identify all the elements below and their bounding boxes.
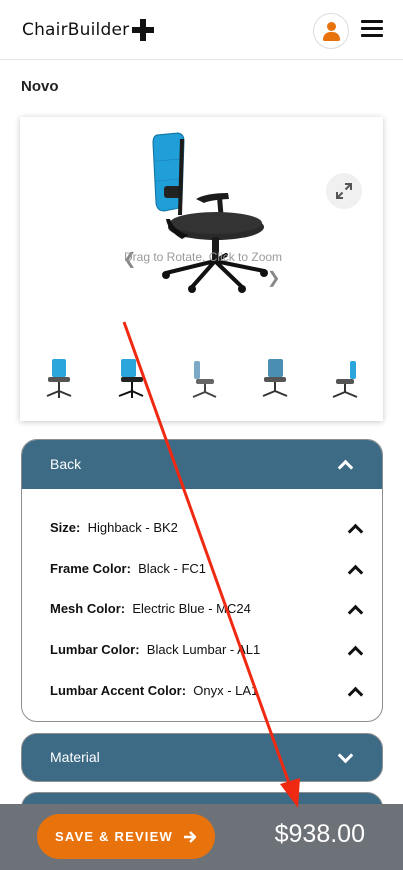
option-mesh-color[interactable]: Mesh Color: Electric Blue - MC24: [50, 601, 360, 616]
thumbnail-angle[interactable]: [113, 355, 147, 401]
option-frame-color[interactable]: Frame Color: Black - FC1: [50, 561, 360, 576]
hamburger-menu-icon[interactable]: [361, 20, 383, 38]
chevron-right-icon[interactable]: ❯: [267, 268, 280, 288]
chevron-up-icon: [348, 685, 362, 699]
material-section-header[interactable]: Material: [21, 733, 383, 782]
thumbnail-side-alt[interactable]: [330, 355, 364, 401]
chair-image[interactable]: [144, 131, 269, 296]
thumbnail-strip: [20, 355, 383, 405]
account-button[interactable]: [313, 13, 349, 49]
logo-text: ChairBuilder: [22, 20, 130, 40]
zoom-button[interactable]: [326, 173, 362, 209]
arrow-right-icon: [183, 830, 197, 843]
plus-icon: [132, 19, 155, 41]
chevron-up-icon: [348, 522, 362, 536]
material-section-label: Material: [50, 749, 100, 765]
footer-bar: SAVE & REVIEW $938.00: [0, 804, 403, 870]
viewer-hint: Drag to Rotate. Click to Zoom: [124, 250, 283, 264]
chevron-up-icon: [348, 603, 362, 617]
total-price: $938.00: [274, 820, 365, 848]
thumbnail-front[interactable]: [42, 355, 76, 401]
expand-icon: [336, 183, 352, 199]
top-bar: ChairBuilder: [0, 0, 403, 60]
chevron-up-icon: [348, 644, 362, 658]
thumbnail-side[interactable]: [186, 355, 220, 401]
user-icon: [327, 22, 336, 31]
option-size[interactable]: Size: Highback - BK2: [50, 520, 360, 535]
thumbnail-back[interactable]: [258, 355, 292, 401]
option-lumbar-accent-color[interactable]: Lumbar Accent Color: Onyx - LA1: [50, 683, 360, 698]
back-section-header[interactable]: Back: [22, 440, 382, 489]
back-section-label: Back: [50, 456, 82, 472]
save-review-button[interactable]: SAVE & REVIEW: [37, 814, 215, 859]
option-lumbar-color[interactable]: Lumbar Color: Black Lumbar - AL1: [50, 642, 360, 657]
chevron-down-icon: [338, 750, 352, 764]
logo[interactable]: ChairBuilder: [22, 19, 155, 41]
chevron-up-icon: [338, 458, 352, 472]
product-viewer[interactable]: ❮ Drag to Rotate. Click to Zoom ❯: [20, 117, 383, 421]
back-section: Back Size: Highback - BK2 Frame Color: B…: [21, 439, 383, 722]
save-review-label: SAVE & REVIEW: [55, 829, 173, 844]
chevron-up-icon: [348, 563, 362, 577]
product-title: Novo: [21, 78, 59, 95]
